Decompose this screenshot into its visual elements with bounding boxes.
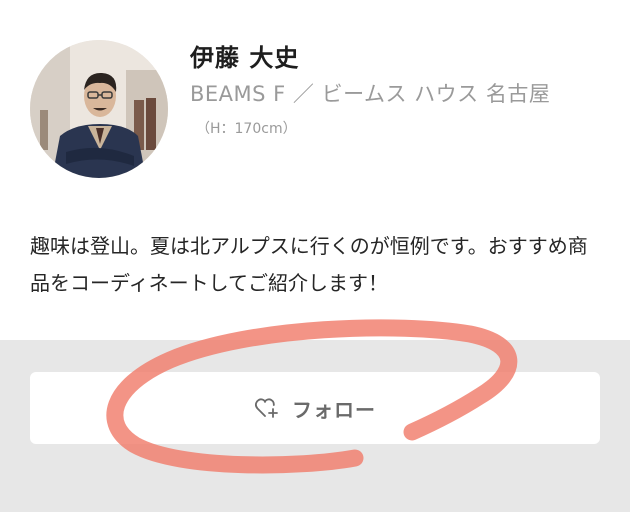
shop-name[interactable]: BEAMS F ／ ビームス ハウス 名古屋 xyxy=(190,78,550,108)
staff-profile: 伊藤 大史 BEAMS F ／ ビームス ハウス 名古屋 （H：170cm） 趣… xyxy=(0,0,630,340)
follow-area: フォロー xyxy=(0,340,630,512)
follow-button-label: フォロー xyxy=(292,397,376,422)
staff-height: （H：170cm） xyxy=(196,121,297,137)
staff-bio: 趣味は登山。夏は北アルプスに行くのが恒例です。おすすめ商品をコーディネートしてご… xyxy=(30,234,588,295)
heart-plus-icon xyxy=(254,395,280,421)
avatar[interactable] xyxy=(30,40,168,178)
follow-button[interactable]: フォロー xyxy=(30,372,600,444)
staff-name: 伊藤 大史 xyxy=(190,44,300,72)
